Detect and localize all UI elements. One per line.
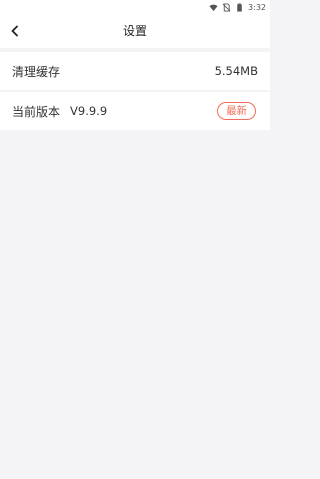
wifi-icon <box>209 4 218 11</box>
current-version-row: 当前版本 V9.9.9 最新 <box>0 92 270 130</box>
clear-cache-label: 清理缓存 <box>12 64 61 79</box>
page-title: 设置 <box>122 24 147 38</box>
cache-size-value: 5.54MB <box>214 64 258 78</box>
back-button[interactable] <box>6 22 24 40</box>
current-version-label: 当前版本 <box>12 104 61 119</box>
latest-version-badge: 最新 <box>217 102 256 120</box>
no-sim-icon <box>222 2 231 12</box>
clear-cache-row[interactable]: 清理缓存 5.54MB <box>0 52 270 90</box>
status-time: 3:32 <box>248 2 266 12</box>
version-number: V9.9.9 <box>70 104 108 118</box>
version-info: 当前版本 V9.9.9 <box>12 103 107 120</box>
navigation-bar: 设置 <box>0 14 270 48</box>
battery-icon <box>237 2 242 12</box>
chevron-left-icon <box>11 25 18 37</box>
status-bar: 3:32 <box>0 0 270 14</box>
